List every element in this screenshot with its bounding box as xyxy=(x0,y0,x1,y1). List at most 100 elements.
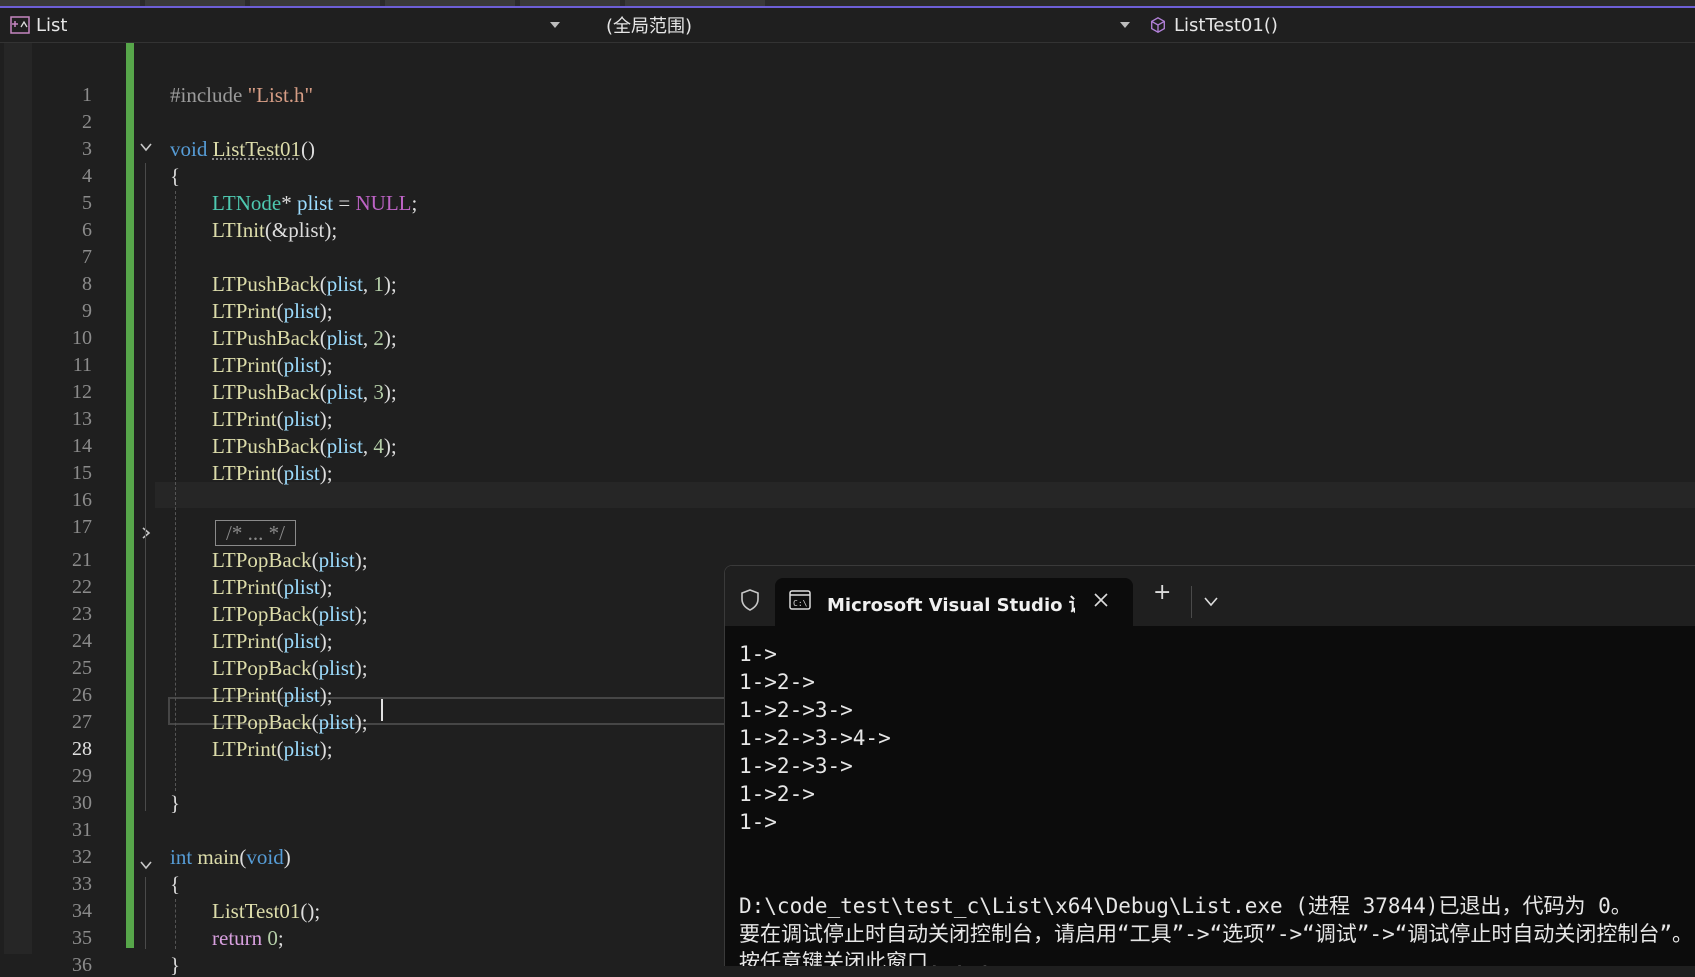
code-line: LTPushBack(plist, 4); xyxy=(212,434,397,458)
line-number: 26 xyxy=(72,684,92,706)
line-number: 27 xyxy=(72,711,92,733)
code-line: { xyxy=(170,164,181,188)
member-dropdown[interactable]: ListTest01() xyxy=(1146,12,1695,38)
scope-dropdown[interactable]: (全局范围) xyxy=(578,12,1138,38)
code-line: LTNode* plist = NULL; xyxy=(212,191,418,215)
debug-console-window[interactable]: C:\ Microsoft Visual Studio 调试控制台 + 1-> 1… xyxy=(724,565,1695,966)
console-icon: C:\ xyxy=(789,590,811,610)
code-line: LTPushBack(plist, 2); xyxy=(212,326,397,350)
code-line: } xyxy=(170,953,181,977)
terminal-tab-title: Microsoft Visual Studio 调试控制台 xyxy=(827,595,1075,616)
member-name: ListTest01() xyxy=(1174,14,1278,36)
code-line: LTPrint(plist); xyxy=(212,737,333,761)
line-number: 23 xyxy=(72,603,92,625)
console-line: 1->2->3-> xyxy=(739,754,853,778)
line-number: 14 xyxy=(72,435,92,457)
line-number: 35 xyxy=(72,927,92,949)
line-number: 15 xyxy=(72,462,92,484)
line-number: 5 xyxy=(82,192,92,214)
line-number: 9 xyxy=(82,300,92,322)
line-number: 30 xyxy=(72,792,92,814)
code-line: LTPushBack(plist, 1); xyxy=(212,272,397,296)
console-line: 1-> xyxy=(739,642,777,666)
console-line: 1->2->3->4-> xyxy=(739,726,891,750)
code-line: { xyxy=(170,872,181,896)
line-number: 2 xyxy=(82,111,92,133)
line-number: 3 xyxy=(82,138,92,160)
line-number: 21 xyxy=(72,549,92,571)
project-name: List xyxy=(36,14,68,36)
indent-guide xyxy=(175,191,176,791)
project-dropdown[interactable]: List xyxy=(0,12,568,38)
collapse-chevron-icon[interactable] xyxy=(139,140,153,154)
glyph-margin xyxy=(4,43,32,954)
code-line: void ListTest01() xyxy=(170,137,315,161)
line-number: 32 xyxy=(72,846,92,868)
code-line: LTInit(&plist); xyxy=(212,218,338,242)
line-number: 33 xyxy=(72,873,92,895)
document-tab-strip xyxy=(0,0,1695,8)
code-line: LTPrint(plist); xyxy=(212,299,333,323)
shield-icon xyxy=(741,589,759,611)
code-line: LTPopBack(plist); xyxy=(212,548,368,572)
line-number: 4 xyxy=(82,165,92,187)
code-line: LTPopBack(plist); xyxy=(212,656,368,680)
divider xyxy=(1191,586,1192,618)
line-number: 13 xyxy=(72,408,92,430)
line-number: 11 xyxy=(72,354,92,376)
line-number: 31 xyxy=(72,819,92,841)
line-number: 16 xyxy=(72,489,92,511)
code-line: #include "List.h" xyxy=(170,83,314,107)
text-cursor xyxy=(381,699,383,721)
code-line: LTPrint(plist); xyxy=(212,461,333,485)
console-line: D:\code_test\test_c\List\x64\Debug\List.… xyxy=(739,894,1632,918)
line-number: 10 xyxy=(72,327,92,349)
new-tab-button[interactable]: + xyxy=(1153,580,1171,605)
console-line: 1->2->3-> xyxy=(739,698,853,722)
code-line: ListTest01(); xyxy=(212,899,321,923)
code-line: LTPrint(plist); xyxy=(212,353,333,377)
console-line: 按任意键关闭此窗口. . . xyxy=(739,950,992,966)
expand-chevron-icon[interactable] xyxy=(139,526,153,540)
console-line: 1-> xyxy=(739,810,777,834)
line-number: 36 xyxy=(72,954,92,976)
line-number: 34 xyxy=(72,900,92,922)
close-icon[interactable] xyxy=(1093,592,1109,608)
navigation-bar: List (全局范围) ListTest01() xyxy=(0,8,1695,43)
line-number: 7 xyxy=(82,246,92,268)
project-icon xyxy=(10,16,30,34)
code-line: int main(void) xyxy=(170,845,291,869)
terminal-tab[interactable]: C:\ Microsoft Visual Studio 调试控制台 xyxy=(775,578,1133,626)
chevron-down-icon[interactable] xyxy=(1203,596,1219,608)
svg-text:C:\: C:\ xyxy=(793,599,808,608)
line-number: 17 xyxy=(72,516,92,538)
code-line: LTPrint(plist); xyxy=(212,407,333,431)
line-number: 6 xyxy=(82,219,92,241)
code-line: LTPopBack(plist); xyxy=(212,602,368,626)
scope-name: (全局范围) xyxy=(606,16,693,37)
line-number: 12 xyxy=(72,381,92,403)
hover-line-highlight xyxy=(155,482,1695,508)
code-line: LTPrint(plist); xyxy=(212,575,333,599)
terminal-tab-bar: C:\ Microsoft Visual Studio 调试控制台 + xyxy=(725,566,1695,626)
collapsed-comment-block[interactable]: /* ... */ xyxy=(215,520,296,546)
line-number: 8 xyxy=(82,273,92,295)
cube-icon xyxy=(1151,17,1165,33)
fold-region-line xyxy=(145,877,146,949)
code-line: } xyxy=(170,791,181,815)
line-number: 29 xyxy=(72,765,92,787)
line-number: 1 xyxy=(82,84,92,106)
code-line: return 0; xyxy=(212,926,284,950)
line-number: 22 xyxy=(72,576,92,598)
line-number: 28 xyxy=(72,738,92,760)
collapse-chevron-icon[interactable] xyxy=(139,858,153,872)
fold-region-line xyxy=(145,163,146,811)
code-line: LTPrint(plist); xyxy=(212,683,333,707)
line-number: 25 xyxy=(72,657,92,679)
chevron-down-icon xyxy=(1120,22,1130,28)
line-number: 24 xyxy=(72,630,92,652)
change-tracking-bar xyxy=(126,43,134,948)
console-line: 1->2-> xyxy=(739,782,815,806)
